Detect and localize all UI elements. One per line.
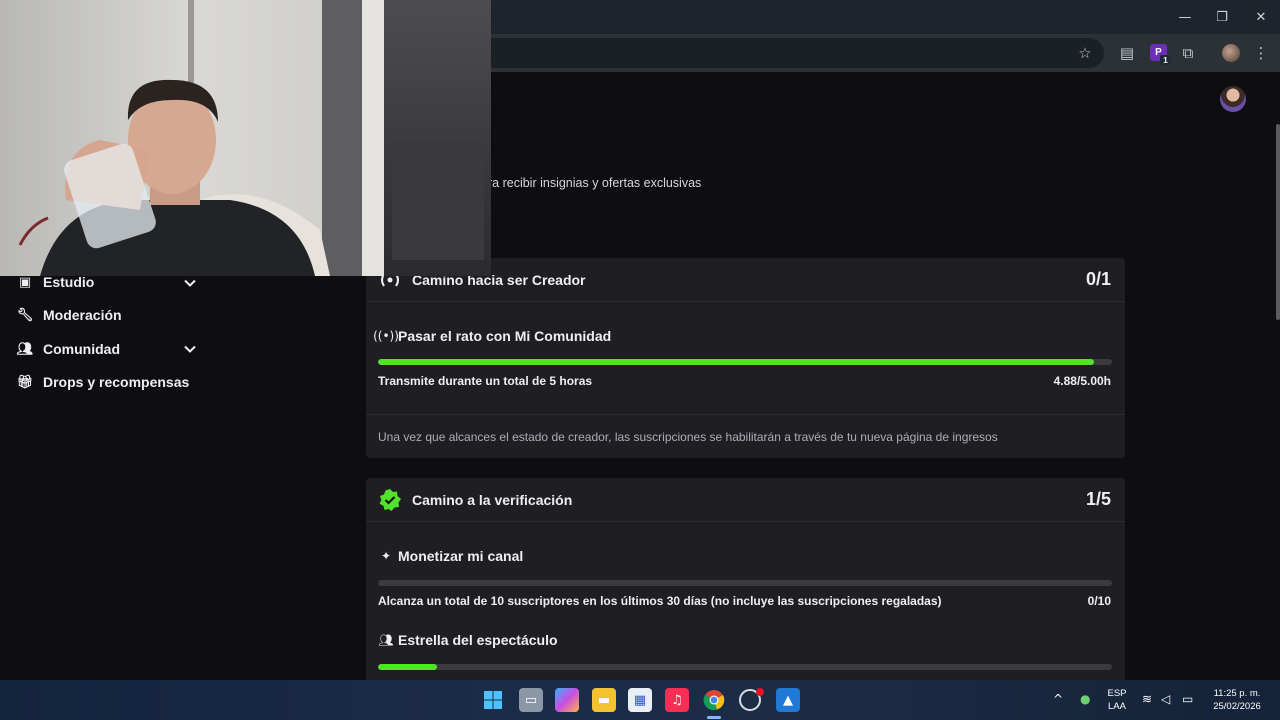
task-title: Pasar el rato con Mi Comunidad — [398, 328, 612, 344]
browser-profile-avatar[interactable] — [1222, 44, 1240, 62]
task-view-icon[interactable]: ▭ — [519, 688, 543, 712]
task-progress-value: 0/10 — [1087, 594, 1111, 608]
task-title: Estrella del espectáculo — [398, 632, 558, 648]
photos-app-icon[interactable]: ▲ — [776, 688, 800, 712]
sidebar-item-label: Drops y recompensas — [43, 374, 190, 390]
close-icon[interactable]: ✕ — [1242, 0, 1280, 34]
creator-path-card: Camino hacia ser Creador 0/1 ((•)) Pasar… — [366, 258, 1125, 458]
wifi-icon[interactable]: ≋ — [1142, 692, 1152, 706]
verification-path-card: Camino a la verificación 1/5 ✦ Monetizar… — [366, 478, 1125, 688]
webcam-overlay — [0, 0, 491, 276]
active-app-indicator — [707, 716, 721, 719]
extension-icon[interactable]: P 1 — [1150, 44, 1171, 65]
page-subtitle: ra recibir insignias y ofertas exclusiva… — [488, 176, 702, 190]
sidebar-item-label: Estudio — [43, 274, 95, 290]
task-requirement: Transmite durante un total de 5 horas — [378, 374, 593, 388]
card-divider — [366, 414, 1125, 415]
windows-start-icon[interactable] — [481, 688, 505, 712]
broadcast-small-icon: ((•)) — [373, 329, 399, 343]
chevron-down-icon[interactable] — [182, 275, 198, 291]
page-scrollbar[interactable] — [1276, 124, 1280, 320]
language-line2: LAA — [1108, 701, 1126, 712]
restore-icon[interactable]: ❐ — [1203, 0, 1241, 34]
chevron-up-icon[interactable]: ^ — [1053, 692, 1063, 706]
store-icon[interactable]: ▦ — [628, 688, 652, 712]
card-count: 0/1 — [1085, 269, 1111, 289]
progress-bar-fill — [378, 664, 437, 670]
clock[interactable]: 11:25 p. m. 25/02/2026 — [1206, 687, 1268, 713]
windows-taskbar: ▭ ▬ ▦ ♫ ▲ ^ ● ESP LAA ≋ ◁ ▭ 11:25 p. m. … — [0, 680, 1280, 720]
verified-badge-icon — [379, 489, 401, 511]
progress-bar — [378, 580, 1112, 586]
card-count: 1/5 — [1085, 489, 1111, 509]
community-icon: 👥︎ — [16, 341, 34, 357]
task-title: Monetizar mi canal — [398, 548, 524, 564]
sidebar-item-label: Moderación — [43, 307, 122, 323]
chrome-icon[interactable] — [702, 688, 726, 712]
task-progress-value: 4.88/5.00h — [1053, 374, 1111, 388]
clock-time: 11:25 p. m. — [1213, 688, 1261, 699]
battery-icon[interactable]: ▭ — [1182, 692, 1193, 706]
studio-icon: ▣ — [18, 274, 32, 290]
progress-bar — [378, 359, 1112, 365]
music-app-icon[interactable]: ♫ — [665, 688, 689, 712]
webcam-feed-image — [0, 0, 491, 276]
copilot-icon[interactable] — [555, 688, 579, 712]
clock-date: 25/02/2026 — [1213, 701, 1261, 712]
extension-badge: 1 — [1160, 55, 1171, 65]
puzzle-icon[interactable]: ⧉ — [1175, 40, 1201, 66]
people-icon: 👥︎ — [378, 633, 394, 647]
card-header: Camino a la verificación 1/5 — [366, 478, 1125, 522]
user-avatar[interactable] — [1220, 86, 1246, 112]
kebab-menu-icon[interactable]: ⋮ — [1248, 40, 1274, 66]
gift-icon: 🎁︎ — [16, 374, 34, 390]
sidebar-item-drops[interactable]: 🎁︎ Drops y recompensas — [16, 371, 190, 393]
file-explorer-icon[interactable]: ▬ — [592, 688, 616, 712]
minimize-icon[interactable]: — — [1166, 0, 1204, 34]
sidebar-item-label: Comunidad — [43, 341, 120, 357]
star-icon[interactable]: ☆ — [1072, 40, 1098, 66]
card-note: Una vez que alcances el estado de creado… — [378, 430, 998, 444]
card-title: Camino a la verificación — [412, 492, 573, 508]
progress-bar — [378, 664, 1112, 670]
notification-dot — [756, 688, 764, 696]
sidebar-item-comunidad[interactable]: 👥︎ Comunidad — [16, 338, 120, 360]
microphone-icon[interactable]: ● — [1080, 692, 1090, 706]
sidebar-item-moderacion[interactable]: 🔧︎ Moderación — [16, 304, 122, 326]
progress-bar-fill — [378, 359, 1095, 365]
wrench-icon: 🔧︎ — [16, 307, 34, 323]
task-requirement: Alcanza un total de 10 suscriptores en l… — [378, 594, 942, 608]
sparkle-icon: ✦ — [380, 549, 392, 563]
language-indicator[interactable]: ESP LAA — [1104, 687, 1130, 713]
volume-icon[interactable]: ◁ — [1161, 692, 1170, 706]
chevron-down-icon[interactable] — [182, 341, 198, 357]
document-icon[interactable]: ▤ — [1114, 40, 1140, 66]
language-line1: ESP — [1107, 688, 1127, 699]
